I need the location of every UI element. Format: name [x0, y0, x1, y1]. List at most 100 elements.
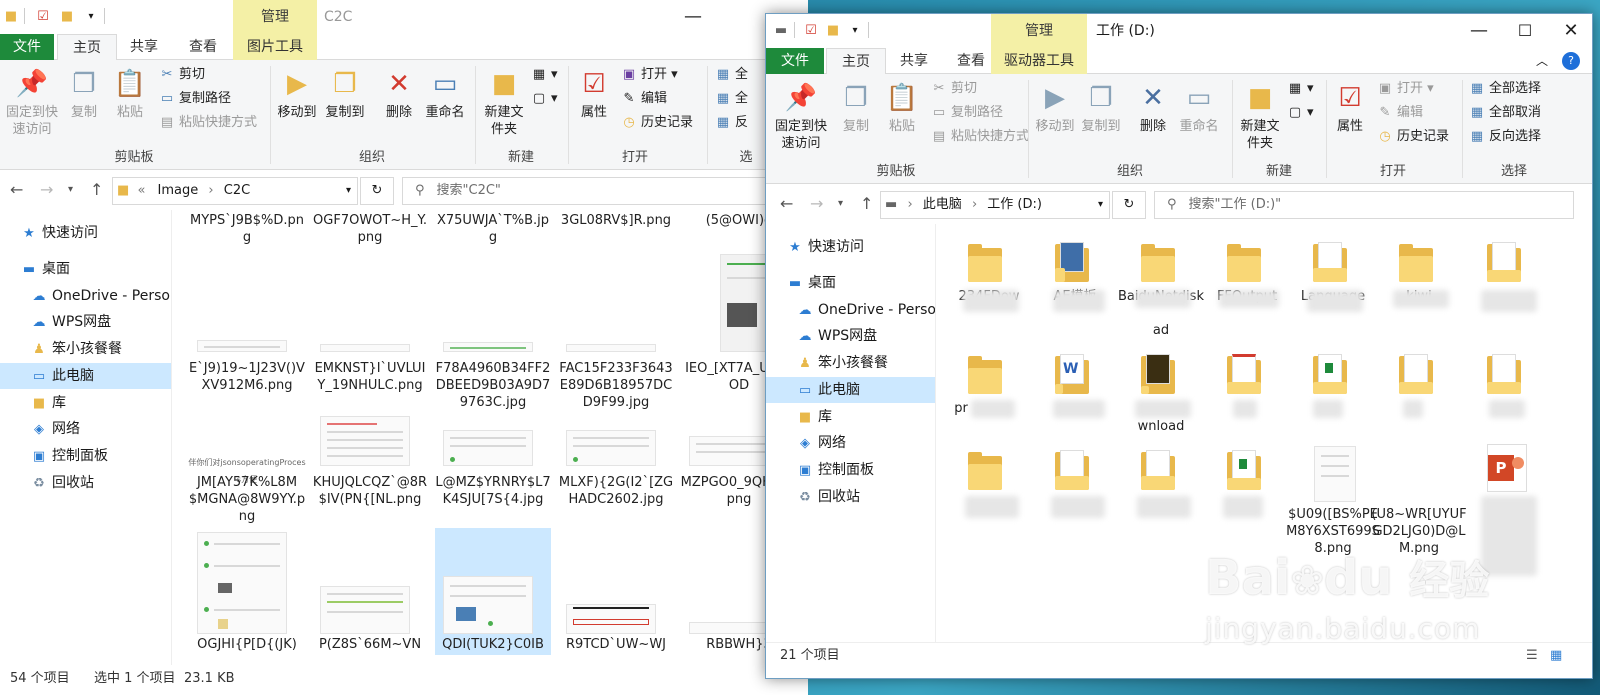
file-item[interactable]: MZPGO0_9QH0X6png: [680, 474, 770, 508]
tab-home[interactable]: 主页: [826, 48, 886, 75]
open-button[interactable]: ▣ 打开 ▾: [1376, 78, 1434, 100]
new-folder-icon[interactable]: ■: [58, 6, 76, 28]
image-thumbnail[interactable]: [566, 430, 656, 466]
back-arrow-icon[interactable]: ←: [780, 184, 793, 224]
sidebar-item-library[interactable]: ■ 库: [766, 404, 935, 430]
word-doc-folder-icon[interactable]: W: [1055, 350, 1089, 394]
folder-icon[interactable]: [1055, 238, 1089, 282]
copy-to-button[interactable]: ❐ 复制到: [322, 68, 368, 121]
properties-check-icon[interactable]: ☑: [34, 6, 52, 28]
forward-arrow-icon[interactable]: →: [810, 184, 823, 224]
folder-icon[interactable]: [1487, 238, 1521, 282]
tab-picture-tools[interactable]: 图片工具: [233, 34, 317, 60]
copy-button[interactable]: ❐ 复制: [836, 82, 876, 135]
open-button[interactable]: ▣ 打开 ▾: [620, 64, 678, 86]
address-dropdown-icon[interactable]: ▾: [1098, 192, 1103, 218]
breadcrumb-image[interactable]: Image: [158, 183, 199, 198]
folder-icon[interactable]: [1313, 238, 1347, 282]
breadcrumb-this-pc[interactable]: 此电脑: [923, 197, 962, 212]
quick-access-dropdown-icon[interactable]: ▾: [82, 6, 100, 28]
image-folder-icon[interactable]: [1141, 350, 1175, 394]
recent-dropdown-icon[interactable]: ▾: [68, 170, 73, 210]
sidebar-item-library[interactable]: ■ 库: [0, 390, 171, 416]
refresh-button[interactable]: ↻: [360, 177, 394, 205]
search-input[interactable]: ⚲ 搜索"C2C": [402, 177, 808, 205]
copy-path-button[interactable]: ▭ 复制路径: [930, 102, 1003, 124]
image-thumbnail[interactable]: [320, 416, 410, 466]
file-item[interactable]: OGJHI{P[D{(JK): [188, 636, 306, 653]
image-thumbnail[interactable]: [320, 344, 410, 352]
file-item-selected[interactable]: QDI(TUK2}C0IB: [434, 636, 552, 653]
paste-shortcut-button[interactable]: ▤ 粘贴快捷方式: [930, 126, 1029, 148]
cut-button[interactable]: ✂ 剪切: [930, 78, 977, 100]
image-thumbnail[interactable]: [443, 430, 533, 466]
new-folder-icon[interactable]: ■: [824, 20, 842, 42]
easy-access-button[interactable]: ▢ ▾: [530, 88, 558, 110]
minimize-button[interactable]: —: [1456, 14, 1502, 48]
forward-arrow-icon[interactable]: →: [40, 170, 53, 210]
image-thumbnail[interactable]: [689, 436, 770, 466]
powerpoint-file-icon[interactable]: P: [1487, 444, 1527, 492]
sidebar-item-user[interactable]: ♟ 笨小孩餐餐: [0, 336, 171, 362]
sidebar-item-control-panel[interactable]: ▣ 控制面板: [0, 443, 171, 469]
paste-button[interactable]: 📋 粘贴: [882, 82, 922, 135]
file-item[interactable]: 3GL08RV$]R.png: [557, 212, 675, 229]
history-button[interactable]: ◷ 历史记录: [1376, 126, 1449, 148]
sidebar-item-user[interactable]: ♟ 笨小孩餐餐: [766, 350, 935, 376]
tab-share[interactable]: 共享: [886, 48, 942, 74]
sidebar-item-recycle-bin[interactable]: ♻ 回收站: [0, 470, 171, 496]
image-thumbnail[interactable]: [720, 254, 770, 352]
sidebar-item-onedrive[interactable]: ☁ OneDrive - Person: [0, 283, 172, 309]
file-item[interactable]: RBBWH}3: [680, 636, 770, 653]
file-item[interactable]: wnload: [1113, 418, 1209, 435]
image-thumbnail[interactable]: [197, 340, 287, 352]
file-item[interactable]: OGF7OWOT~H_Y.png: [311, 212, 429, 246]
edit-button[interactable]: ✎ 编辑: [1376, 102, 1423, 124]
tab-file[interactable]: 文件: [766, 48, 824, 74]
sidebar-item-recycle-bin[interactable]: ♻ 回收站: [766, 484, 935, 510]
sidebar-item-desktop[interactable]: ▬ 桌面: [0, 256, 171, 282]
folder-icon[interactable]: [1399, 350, 1433, 394]
large-icons-view-icon[interactable]: ▦: [1550, 643, 1562, 669]
history-button[interactable]: ◷ 历史记录: [620, 112, 693, 134]
file-item[interactable]: MLXF){2G(I2`[ZGHADC2602.jpg: [557, 474, 675, 508]
select-all-button[interactable]: ▦ 全部选择: [1468, 78, 1541, 100]
paste-button[interactable]: 📋 粘贴: [110, 68, 150, 121]
address-box[interactable]: ▬ › 此电脑 › 工作 (D:) ▾: [880, 191, 1110, 219]
tab-home[interactable]: 主页: [57, 34, 117, 61]
folder-icon[interactable]: [968, 350, 1002, 394]
sidebar-item-onedrive[interactable]: ☁ OneDrive - Person: [766, 297, 936, 323]
file-item[interactable]: P(Z8S`66M~VN: [311, 636, 429, 653]
breadcrumb-c2c[interactable]: C2C: [224, 183, 250, 198]
file-item[interactable]: X75UWJA`T%B.jpg: [434, 212, 552, 246]
sidebar-item-wps[interactable]: ☁ WPS网盘: [766, 323, 935, 349]
image-thumbnail[interactable]: [443, 342, 533, 352]
ribbon-collapse-icon[interactable]: ︿: [1536, 48, 1548, 74]
file-item[interactable]: JM[AY57K%L8M$MGNA@8W9YY.png: [188, 474, 306, 525]
file-item[interactable]: FAC15F233F3643E89D6B18957DCD9F99.jpg: [557, 360, 675, 411]
image-thumbnail[interactable]: [689, 622, 770, 634]
excel-folder-icon[interactable]: [1227, 446, 1261, 490]
rename-button[interactable]: ▭ 重命名: [1176, 82, 1222, 135]
edit-button[interactable]: ✎ 编辑: [620, 88, 667, 110]
paste-shortcut-button[interactable]: ▤ 粘贴快捷方式: [158, 112, 257, 134]
new-item-button[interactable]: ▦ ▾: [530, 64, 558, 86]
properties-button[interactable]: ☑ 属性: [1330, 82, 1370, 135]
folder-icon[interactable]: [1227, 238, 1261, 282]
image-thumbnail[interactable]: [1314, 446, 1356, 502]
tab-view[interactable]: 查看: [175, 34, 231, 60]
image-thumbnail[interactable]: [443, 576, 533, 634]
properties-check-icon[interactable]: ☑: [802, 20, 820, 42]
address-box[interactable]: ■ « Image › C2C ▾: [112, 177, 358, 205]
back-arrow-icon[interactable]: ←: [10, 170, 23, 210]
file-item[interactable]: EMKNST}I`UVLUIY_19NHULC.png: [311, 360, 429, 394]
folder-icon[interactable]: [1141, 446, 1175, 490]
folder-icon[interactable]: [1227, 350, 1261, 394]
pin-quick-access-button[interactable]: 📌 固定到快速访问: [770, 82, 832, 152]
up-arrow-icon[interactable]: ↑: [860, 184, 873, 224]
sidebar-item-this-pc[interactable]: ▭ 此电脑: [0, 363, 171, 389]
manage-context-tab[interactable]: 管理: [991, 14, 1087, 48]
folder-icon[interactable]: [1487, 350, 1521, 394]
file-item[interactable]: E`J9)19~1J23V()VXV912M6.png: [188, 360, 306, 394]
sidebar-item-wps[interactable]: ☁ WPS网盘: [0, 309, 171, 335]
